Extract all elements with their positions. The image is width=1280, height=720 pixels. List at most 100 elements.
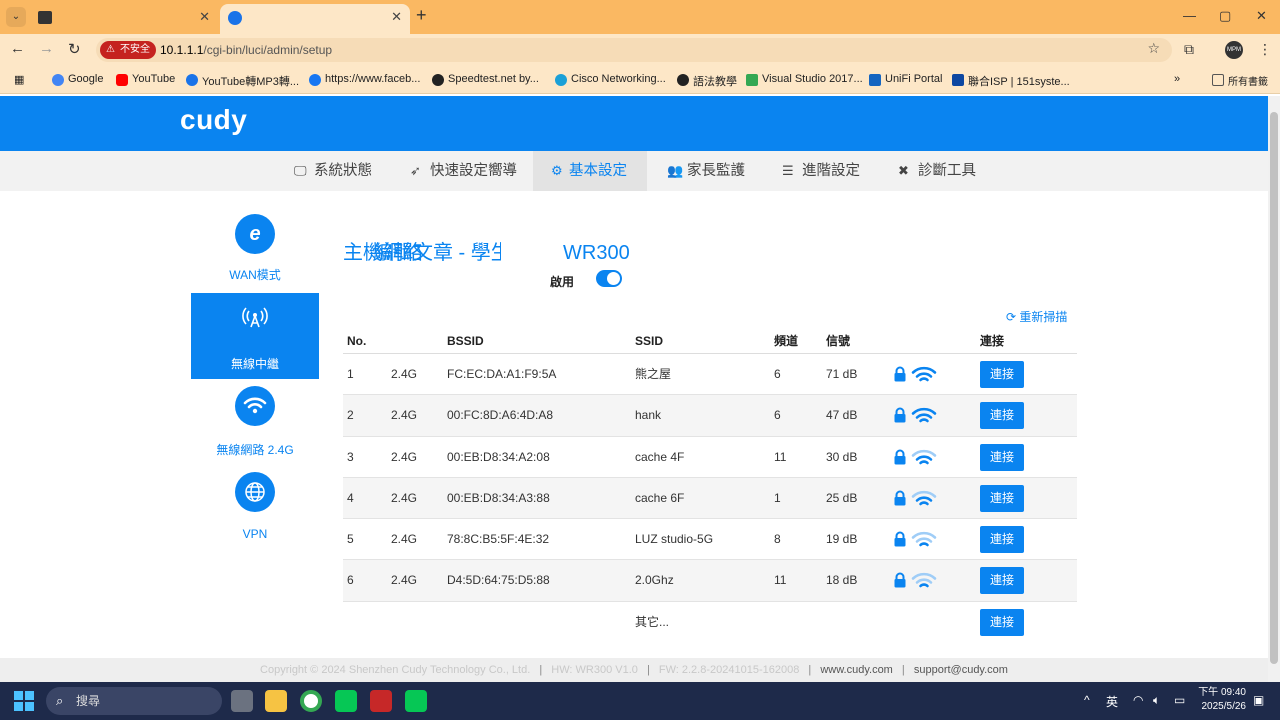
gear-icon: ⚙ [551,163,563,178]
address-bar[interactable]: ⚠ 不安全 10.1.1.1/cgi-bin/luci/admin/setup … [96,38,1172,62]
cell-bssid: FC:EC:DA:A1:F9:5A [447,367,557,381]
nav-diagnostic-tools[interactable]: ✖ 診斷工具 [898,151,976,191]
bookmark-item[interactable]: 聯合ISP | 151syste... [952,73,1070,89]
browser-tab[interactable]: 編輯文章 - 學生首選！Cudy WR300 ✕ [30,4,501,264]
support-email-link[interactable]: support@cudy.com [914,664,1008,676]
users-icon: 👥 [667,163,684,178]
cell-no: 2 [347,408,354,423]
tab-search-button[interactable]: ⌄ [6,7,26,27]
connect-button[interactable]: 連接 [980,402,1024,430]
new-tab-button[interactable]: + [416,5,427,26]
connect-button[interactable]: 連接 [980,526,1024,554]
profile-avatar[interactable]: MPM [1225,41,1243,59]
ie-icon: e [235,214,275,254]
page-scrollbar[interactable] [1268,96,1280,682]
cell-ssid: 熊之屋 [635,367,672,381]
cell-bssid: 00:EB:D8:34:A2:08 [447,449,550,464]
nav-parental-control[interactable]: 👥 家長監護 [667,151,745,191]
all-bookmarks-folder[interactable]: 所有書籤 [1212,73,1268,88]
sidebar-item-wifi-24g[interactable]: 無線網路 2.4G [191,382,319,468]
col-bssid: BSSID [447,334,484,348]
tab-close-icon[interactable]: ✕ [199,4,210,30]
page-title: 主機網絡 [343,242,423,264]
chrome-icon[interactable] [300,690,322,712]
nav-basic-settings[interactable]: ⚙ 基本設定 [533,151,647,191]
file-explorer-icon[interactable] [265,690,287,712]
folder-icon [1212,74,1224,86]
cell-ssid: cache 4F [635,449,685,464]
maximize-button[interactable]: ▢ [1219,8,1231,24]
enable-toggle[interactable] [596,270,622,287]
windows-start-icon[interactable] [14,691,34,711]
taskbar-search-box[interactable]: ⌕ 搜尋 [46,687,222,715]
nav-system-status[interactable]: 🖵 系統狀態 [294,151,372,191]
volume-icon[interactable]: 🔈︎ [1153,693,1160,708]
connect-button[interactable]: 連接 [980,443,1024,471]
sidebar-item-wireless-repeater[interactable]: 無線中繼 [191,293,319,379]
bookmark-item[interactable]: https://www.faceb... [309,73,420,86]
bookmark-star-icon[interactable]: ☆ [1147,40,1160,57]
menu-button[interactable]: ⋮ [1258,41,1272,58]
bookmark-item[interactable]: UniFi Portal [869,73,942,86]
sidebar-item-vpn[interactable]: VPN [191,468,319,554]
site-favicon-icon [228,11,242,25]
enable-label: 啟用 [550,275,575,289]
taskbar-clock[interactable]: 下午 09:40 2025/5/26 [1198,686,1246,714]
lock-icon [892,572,908,588]
minimize-button[interactable]: — [1183,8,1196,23]
scrollbar-thumb[interactable] [1270,112,1278,664]
lock-icon [892,490,908,506]
search-icon: ⌕ [56,693,64,708]
connect-button[interactable]: 連接 [980,484,1024,512]
cell-band: 2.4G [391,367,418,381]
bookmark-item[interactable]: 語法教學 [677,73,737,89]
bookmarks-overflow-button[interactable]: » [1174,73,1180,85]
bookmark-item[interactable]: YouTube [116,73,175,86]
bookmark-item[interactable]: Google [52,73,103,86]
browser-tab-active[interactable]: WR300 ✕ [220,4,630,264]
drive-icon [746,74,758,86]
cell-bssid: 78:8C:B5:5F:4E:32 [447,532,550,547]
extensions-icon[interactable]: ⧉ [1184,41,1194,58]
cell-channel: 1 [774,490,781,505]
battery-icon[interactable]: ▭ [1174,693,1185,707]
tab-title: WR300 [563,242,630,264]
tab-close-icon[interactable]: ✕ [391,4,402,30]
voicemeeter-icon[interactable] [370,690,392,712]
connect-button[interactable]: 連接 [980,567,1024,595]
website-link[interactable]: www.cudy.com [820,664,893,676]
cell-band: 2.4G [391,408,418,423]
cudy-logo[interactable]: cudy [180,104,247,136]
security-badge[interactable]: ⚠ 不安全 [100,41,156,59]
close-window-button[interactable]: ✕ [1256,8,1267,24]
site-favicon-icon [38,11,52,24]
connect-button[interactable]: 連接 [980,361,1024,388]
notification-icon[interactable]: ▣ [1253,693,1264,707]
bookmark-item[interactable]: YouTube轉MP3轉... [186,73,299,89]
tray-overflow-icon[interactable]: ^ [1084,693,1090,707]
nav-advanced-settings[interactable]: ☰ 進階設定 [782,151,860,191]
back-button[interactable]: ← [10,40,25,57]
cell-ssid: hank [635,408,662,423]
ime-indicator[interactable]: 英 [1106,693,1118,710]
bookmark-item[interactable]: Visual Studio 2017... [746,73,863,86]
apps-grid-icon[interactable]: ▦ [14,73,24,86]
forward-button[interactable]: → [39,40,54,57]
table-row: 1 2.4G FC:EC:DA:A1:F9:5A 熊之屋 6 71 dB 連接 [343,354,1077,396]
reload-button[interactable]: ↻ [68,40,81,58]
line-icon[interactable] [335,690,357,712]
task-view-icon[interactable] [231,690,253,712]
cell-ssid: 2.0Ghz [635,573,674,588]
bookmark-item[interactable]: Speedtest.net by... [432,73,539,86]
main-nav: 🖵 系統狀態 ➶ 快速設定嚮導 ⚙ 基本設定 👥 家長監護 ☰ 進階設定 ✖ 診斷工具 [0,151,1268,191]
bookmark-item[interactable]: Cisco Networking... [555,73,666,86]
rescan-button[interactable]: ⟳ 重新掃描 [1006,308,1067,325]
lock-icon [892,407,908,423]
connect-button-other[interactable]: 連接 [980,608,1024,636]
line-icon[interactable] [405,690,427,712]
url-text[interactable]: 10.1.1.1/cgi-bin/luci/admin/setup [160,43,332,57]
sidebar-item-wan-mode[interactable]: e WAN模式 [191,210,319,296]
nav-quick-setup[interactable]: ➶ 快速設定嚮導 [410,151,517,191]
cell-channel: 6 [774,408,781,423]
network-icon[interactable]: ◠ [1133,693,1143,707]
